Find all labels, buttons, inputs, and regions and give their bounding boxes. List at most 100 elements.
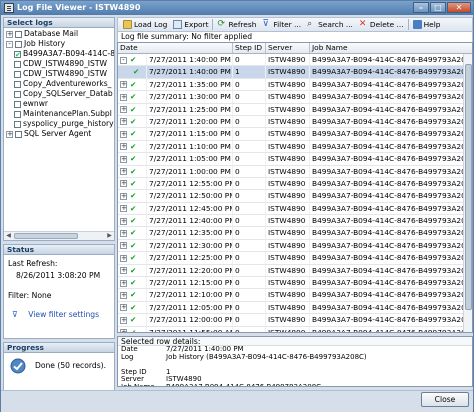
table-row[interactable]: ✔ 7/27/2011 1:40:00 PM 1 ISTW4890 B499A3A7-B… [118, 66, 472, 79]
delete-button[interactable]: ✕ Delete ... [356, 18, 407, 31]
expand-icon[interactable]: + [120, 242, 127, 250]
expand-icon[interactable]: + [120, 304, 127, 312]
export-button[interactable]: Export [170, 18, 211, 31]
view-filter-settings-label[interactable]: View filter settings [28, 310, 99, 319]
scroll-left-icon[interactable]: ◀ [4, 232, 13, 240]
log-checkbox[interactable]: ✔ [14, 50, 21, 58]
expand-icon[interactable]: + [120, 279, 127, 287]
table-row[interactable]: + ✔ 7/27/2011 12:20:00 PM 0 ISTW4890 B499A3A7… [118, 264, 472, 278]
tree-item[interactable]: Copy_SQLServer_Datab [4, 89, 114, 99]
table-row[interactable]: + ✔ 7/27/2011 12:25:00 PM 0 ISTW4890 B499A3A7… [118, 252, 472, 265]
log-checkbox[interactable] [14, 120, 21, 128]
expand-icon[interactable]: + [120, 180, 127, 188]
tree-item[interactable]: MaintenancePlan.Subpl [4, 109, 114, 119]
search-button[interactable]: ⌕ Search ... [304, 18, 356, 31]
date-cell: 7/27/2011 1:35:00 PM [147, 78, 233, 91]
collapse-icon[interactable]: - [6, 40, 13, 48]
expand-icon[interactable]: + [120, 291, 127, 299]
horizontal-scrollbar[interactable]: ◀ ▶ [4, 231, 114, 240]
expand-icon[interactable]: + [120, 192, 127, 200]
table-row[interactable]: + ✔ 7/27/2011 1:05:00 PM 0 ISTW4890 B499A3A7-… [118, 153, 472, 166]
expand-icon[interactable]: + [120, 168, 127, 176]
expand-icon[interactable]: + [120, 130, 127, 138]
refresh-button[interactable]: ⟳ Refresh [214, 18, 259, 31]
log-checkbox[interactable] [14, 60, 21, 68]
table-row[interactable]: + ✔ 7/27/2011 1:10:00 PM 0 ISTW4890 B499A3A7-… [118, 140, 472, 154]
tree-item[interactable]: CDW_ISTW4890_ISTW [4, 59, 114, 69]
vertical-scroll-thumb[interactable] [465, 64, 472, 310]
expand-icon[interactable]: + [120, 118, 127, 126]
log-checkbox[interactable] [15, 130, 22, 138]
table-row[interactable]: + ✔ 7/27/2011 1:30:00 PM 0 ISTW4890 B499A3A7-… [118, 91, 472, 104]
column-header-step-id[interactable]: Step ID [233, 43, 266, 53]
scroll-right-icon[interactable]: ▶ [105, 232, 114, 240]
minimize-button[interactable]: – [413, 2, 429, 13]
row-status-cell: - ✔ [118, 54, 147, 66]
step-id-cell: 0 [233, 264, 266, 277]
table-row[interactable]: + ✔ 7/27/2011 12:55:00 PM 0 ISTW4890 B499A3A7… [118, 177, 472, 191]
step-id-cell: 0 [233, 277, 266, 289]
expand-icon[interactable]: + [6, 30, 13, 38]
log-checkbox[interactable] [14, 90, 21, 98]
tree-item[interactable]: ewnwr [4, 99, 114, 109]
table-row[interactable]: + ✔ 7/27/2011 1:25:00 PM 0 ISTW4890 B499A3A7-… [118, 103, 472, 116]
expand-icon[interactable]: + [120, 229, 127, 237]
expand-icon[interactable]: + [120, 316, 127, 324]
log-checkbox[interactable] [14, 80, 21, 88]
expand-icon[interactable]: + [120, 329, 127, 332]
vertical-scrollbar[interactable] [463, 54, 472, 332]
tree-item[interactable]: ✔ B499A3A7-B094-414C-8 [4, 49, 114, 59]
expand-icon[interactable]: + [120, 267, 127, 275]
success-check-icon: ✔ [130, 55, 137, 64]
log-checkbox[interactable] [14, 100, 21, 108]
tree-item[interactable]: + SQL Server Agent [4, 129, 114, 139]
table-row[interactable]: + ✔ 7/27/2011 11:55:00 AM 0 ISTW4890 B499A3A7… [118, 326, 472, 332]
expand-icon[interactable]: + [120, 254, 127, 262]
log-checkbox[interactable] [15, 40, 22, 48]
table-row[interactable]: + ✔ 7/27/2011 1:15:00 PM 0 ISTW4890 B499A3A7-… [118, 128, 472, 141]
log-checkbox[interactable] [14, 110, 21, 118]
close-button[interactable]: Close [421, 392, 469, 407]
table-row[interactable]: + ✔ 7/27/2011 12:40:00 PM 0 ISTW4890 B499A3A7… [118, 215, 472, 228]
expand-icon[interactable]: + [6, 130, 13, 138]
help-button[interactable]: Help [410, 18, 444, 31]
log-grid[interactable]: Date Step ID Server Job Name - ✔ 7/27/2011… [117, 42, 473, 333]
table-row[interactable]: + ✔ 7/27/2011 12:45:00 PM 0 ISTW4890 B499A3A7… [118, 202, 472, 216]
table-row[interactable]: + ✔ 7/27/2011 12:50:00 PM 0 ISTW4890 B499A3A7… [118, 190, 472, 203]
table-row[interactable]: + ✔ 7/27/2011 12:10:00 PM 0 ISTW4890 B499A3A7… [118, 289, 472, 302]
log-checkbox[interactable] [15, 30, 22, 38]
collapse-icon[interactable]: - [120, 56, 127, 64]
main-pane: Load Log Export ⟳ Refresh ⊽ Filter ... ⌕… [117, 17, 473, 389]
expand-icon[interactable]: + [120, 106, 127, 114]
tree-item[interactable]: syspolicy_purge_history [4, 119, 114, 129]
close-window-button[interactable]: ✕ [447, 2, 471, 13]
table-row[interactable]: + ✔ 7/27/2011 1:35:00 PM 0 ISTW4890 B499A3A7-… [118, 78, 472, 92]
expand-icon[interactable]: + [120, 93, 127, 101]
table-row[interactable]: + ✔ 7/27/2011 1:00:00 PM 0 ISTW4890 B499A3A7-… [118, 165, 472, 178]
load-log-button[interactable]: Load Log [120, 18, 170, 31]
expand-icon[interactable]: + [120, 155, 127, 163]
tree-item[interactable]: Copy_Adventureworks_ [4, 79, 114, 89]
table-row[interactable]: + ✔ 7/27/2011 12:15:00 PM 0 ISTW4890 B499A3A7… [118, 277, 472, 290]
table-row[interactable]: + ✔ 7/27/2011 12:05:00 PM 0 ISTW4890 B499A3A7… [118, 301, 472, 315]
expand-icon[interactable]: + [120, 143, 127, 151]
table-row[interactable]: + ✔ 7/27/2011 12:35:00 PM 0 ISTW4890 B499A3A7… [118, 227, 472, 240]
log-checkbox[interactable] [14, 70, 21, 78]
table-row[interactable]: + ✔ 7/27/2011 1:20:00 PM 0 ISTW4890 B499A3A7-… [118, 115, 472, 129]
tree-item[interactable]: + Database Mail [4, 29, 114, 39]
expand-icon[interactable]: + [120, 81, 127, 89]
column-header-server[interactable]: Server [266, 43, 310, 53]
view-filter-settings-link[interactable]: ⊽ View filter settings [8, 310, 99, 319]
expand-icon[interactable]: + [120, 205, 127, 213]
filter-button[interactable]: ⊽ Filter ... [259, 18, 304, 31]
table-row[interactable]: - ✔ 7/27/2011 1:40:00 PM 0 ISTW4890 B499A3A7-… [118, 54, 472, 67]
scroll-thumb[interactable] [14, 233, 78, 239]
maximize-button[interactable]: □ [430, 2, 446, 13]
tree-item[interactable]: - Job History [4, 39, 114, 49]
tree-item[interactable]: CDW_ISTW4890_ISTW [4, 69, 114, 79]
expand-icon[interactable]: + [120, 217, 127, 225]
column-header-job-name[interactable]: Job Name [310, 43, 464, 53]
column-header-date[interactable]: Date [118, 43, 233, 53]
table-row[interactable]: + ✔ 7/27/2011 12:00:00 PM 0 ISTW4890 B499A3A7… [118, 314, 472, 327]
table-row[interactable]: + ✔ 7/27/2011 12:30:00 PM 0 ISTW4890 B499A3A7… [118, 239, 472, 253]
